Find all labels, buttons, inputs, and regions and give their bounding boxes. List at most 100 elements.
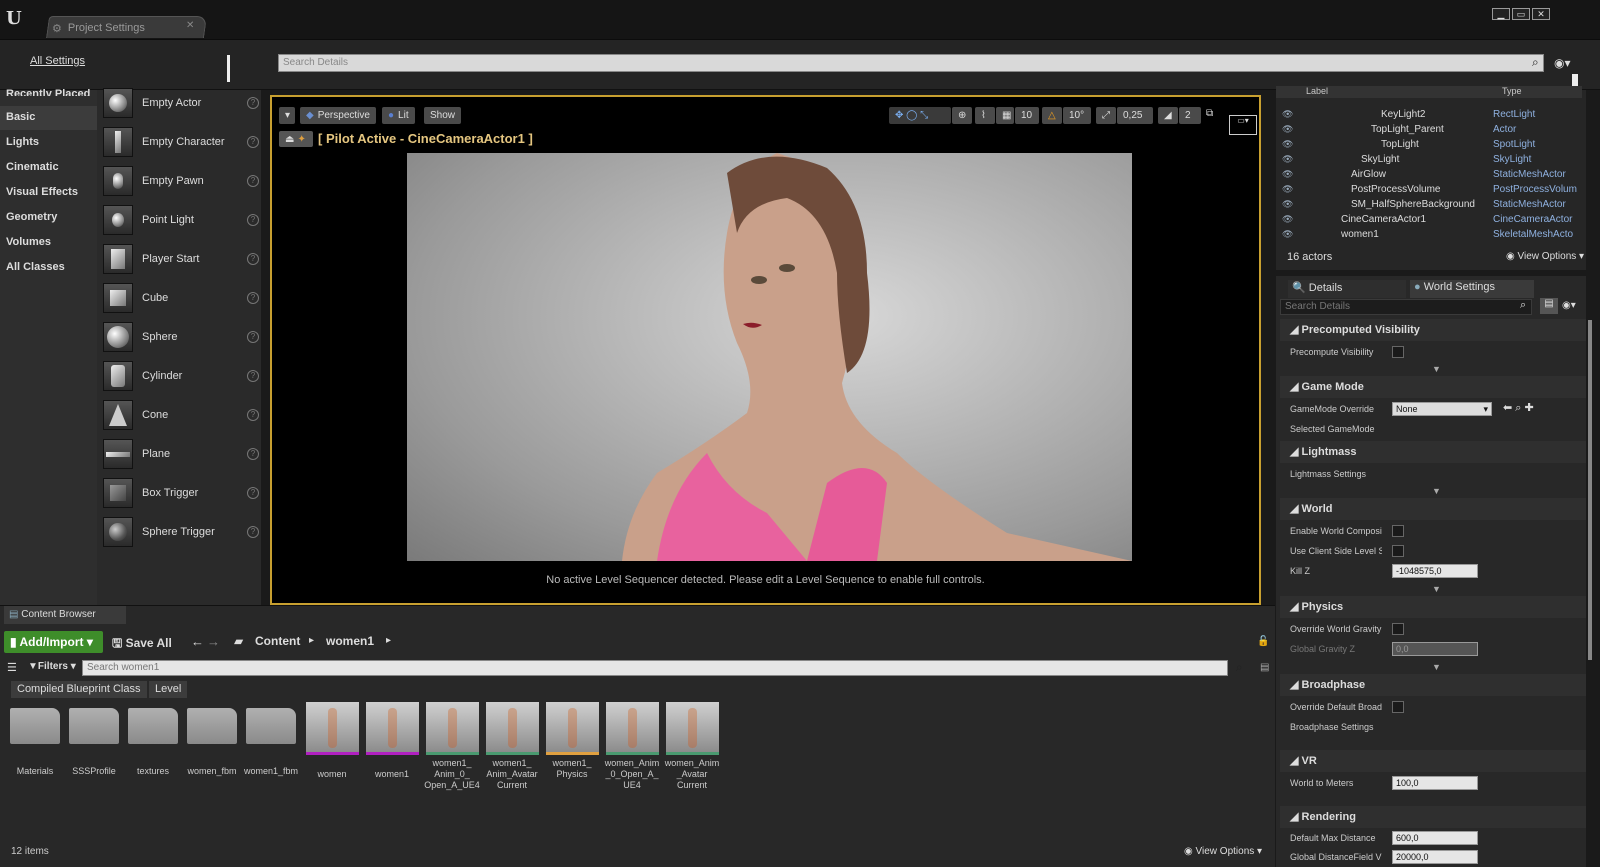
path-separator-icon[interactable]: ▸	[386, 635, 391, 646]
label-header[interactable]: Label	[1306, 86, 1328, 96]
precompute-visibility-checkbox[interactable]	[1392, 346, 1404, 358]
place-item[interactable]: Cone?	[103, 398, 259, 432]
grid-snap-value[interactable]: 10	[1015, 107, 1039, 124]
outliner-row[interactable]: 👁 TopLight SpotLight	[1276, 139, 1582, 154]
place-item[interactable]: Cube?	[103, 281, 259, 315]
help-icon[interactable]: ?	[247, 331, 259, 343]
help-icon[interactable]: ?	[247, 214, 259, 226]
type-header[interactable]: Type	[1502, 86, 1522, 96]
close-window-button[interactable]: ✕	[1532, 8, 1550, 20]
outliner-row[interactable]: 👁 AirGlow StaticMeshActor	[1276, 169, 1582, 184]
all-settings-link[interactable]: All Settings	[30, 55, 85, 67]
visibility-eye-icon[interactable]: 👁	[1282, 109, 1293, 120]
visibility-eye-icon[interactable]: 👁	[1282, 184, 1293, 195]
help-icon[interactable]: ?	[247, 526, 259, 538]
show-button[interactable]: Show	[424, 107, 462, 124]
asset-tile[interactable]: textures	[125, 702, 181, 777]
path-content[interactable]: Content	[255, 634, 300, 648]
filter-chip-blueprint[interactable]: Compiled Blueprint Class	[11, 681, 147, 698]
transform-tools[interactable]: ✥ ◯ ⤡	[889, 107, 951, 124]
property-matrix-icon[interactable]: ▤	[1540, 298, 1558, 314]
place-item[interactable]: Empty Character?	[103, 125, 259, 159]
forward-arrow-icon[interactable]: →	[207, 634, 220, 649]
outliner-row[interactable]: 👁 SkyLight SkyLight	[1276, 154, 1582, 169]
prop-row[interactable]: Selected GameMode	[1280, 420, 1586, 440]
outliner-row[interactable]: 👁 KeyLight2 RectLight	[1276, 109, 1582, 124]
category-volumes[interactable]: Volumes	[6, 236, 51, 248]
category-cinematic[interactable]: Cinematic	[6, 161, 59, 173]
eject-pilot-button[interactable]: ⏏ ✦	[279, 131, 313, 147]
expand-chevron-icon[interactable]: ▼	[1432, 486, 1441, 496]
asset-tile[interactable]: women1_ Anim_Avatar Current	[484, 702, 540, 791]
help-icon[interactable]: ?	[247, 136, 259, 148]
tab-world-settings[interactable]: ● World Settings	[1410, 280, 1534, 298]
place-item[interactable]: Sphere?	[103, 320, 259, 354]
prop-row[interactable]: Lightmass Settings	[1280, 465, 1586, 485]
asset-tile[interactable]: women1_ Physics	[544, 702, 600, 780]
filter-chip-level[interactable]: Level	[149, 681, 188, 698]
maximize-button[interactable]: ▭	[1512, 8, 1530, 20]
help-icon[interactable]: ?	[247, 370, 259, 382]
section-lightmass[interactable]: ◢ Lightmass	[1280, 441, 1586, 463]
search-icon[interactable]: ⌕	[1532, 55, 1539, 70]
kill-z-input[interactable]: -1048575,0	[1392, 564, 1478, 578]
visibility-eye-icon[interactable]: 👁	[1282, 169, 1293, 180]
section-precomputed-visibility[interactable]: ◢ Precomputed Visibility	[1280, 319, 1586, 341]
global-distancefield-input[interactable]: 20000,0	[1392, 850, 1478, 864]
prop-row[interactable]: Broadphase Settings	[1280, 718, 1586, 738]
path-separator-icon[interactable]: ▸	[309, 635, 314, 646]
asset-tile[interactable]: women1_fbm	[243, 702, 299, 777]
lit-button[interactable]: ● Lit	[382, 107, 415, 124]
back-arrow-icon[interactable]: ←	[191, 634, 204, 649]
outliner-row[interactable]: 👁 CineCameraActor1 CineCameraActor	[1276, 214, 1582, 229]
place-item[interactable]: Empty Actor?	[103, 86, 259, 120]
help-icon[interactable]: ?	[247, 409, 259, 421]
close-tab-icon[interactable]: ✕	[186, 20, 194, 31]
place-item[interactable]: Empty Pawn?	[103, 164, 259, 198]
category-basic[interactable]: Basic	[6, 111, 35, 123]
section-broadphase[interactable]: ◢ Broadphase	[1280, 674, 1586, 696]
layout-icon[interactable]: ▭▾	[1229, 115, 1257, 135]
help-icon[interactable]: ?	[247, 97, 259, 109]
asset-tile[interactable]: SSSProfile	[66, 702, 122, 777]
help-icon[interactable]: ?	[247, 448, 259, 460]
visibility-eye-icon[interactable]: 👁	[1282, 124, 1293, 135]
minimize-button[interactable]: ▁	[1492, 8, 1510, 20]
tab-details[interactable]: 🔍 Details	[1288, 280, 1406, 298]
expand-chevron-icon[interactable]: ▼	[1432, 662, 1441, 672]
asset-tile[interactable]: women_Anim _Avatar Current	[664, 702, 720, 791]
expand-chevron-icon[interactable]: ▼	[1432, 584, 1441, 594]
enable-world-composition-checkbox[interactable]	[1392, 525, 1404, 537]
expand-chevron-icon[interactable]: ▼	[1432, 364, 1441, 374]
section-vr[interactable]: ◢ VR	[1280, 750, 1586, 772]
help-icon[interactable]: ?	[247, 175, 259, 187]
asset-tile[interactable]: women_fbm	[184, 702, 240, 777]
visibility-eye-icon[interactable]: 👁	[1282, 214, 1293, 225]
rotation-snap-icon[interactable]: △	[1042, 107, 1062, 124]
category-visual-effects[interactable]: Visual Effects	[6, 186, 78, 198]
search-icon[interactable]: ⌕	[1520, 299, 1526, 312]
outliner-row[interactable]: 👁 TopLight_Parent Actor	[1276, 124, 1582, 139]
camera-speed-value[interactable]: 2	[1179, 107, 1201, 124]
category-recently-placed[interactable]: Recently Placed	[6, 88, 90, 96]
outliner-row[interactable]: 👁 SM_HalfSphereBackground StaticMeshActor	[1276, 199, 1582, 214]
path-women1[interactable]: women1	[326, 634, 374, 648]
visibility-eye-icon[interactable]: 👁	[1282, 139, 1293, 150]
scale-snap-icon[interactable]: ⤢	[1096, 107, 1116, 124]
category-lights[interactable]: Lights	[6, 136, 39, 148]
outliner-view-options[interactable]: ◉ View Options ▾	[1506, 251, 1584, 262]
maximize-viewport-icon[interactable]: ⧉	[1206, 108, 1213, 119]
content-search-input[interactable]: Search women1	[82, 660, 1228, 676]
place-item[interactable]: Plane?	[103, 437, 259, 471]
override-world-gravity-checkbox[interactable]	[1392, 623, 1404, 635]
save-all-button[interactable]: 🖫 Save All	[112, 634, 172, 655]
place-item[interactable]: Point Light?	[103, 203, 259, 237]
eye-icon[interactable]: ◉▾	[1554, 56, 1571, 70]
outliner-row[interactable]: 👁 women1 SkeletalMeshActo	[1276, 229, 1582, 244]
category-geometry[interactable]: Geometry	[6, 211, 57, 223]
asset-tile[interactable]: women	[304, 702, 360, 780]
details-scrollbar[interactable]	[1588, 320, 1592, 660]
section-rendering[interactable]: ◢ Rendering	[1280, 806, 1586, 828]
category-all-classes[interactable]: All Classes	[6, 261, 65, 273]
use-client-side-checkbox[interactable]	[1392, 545, 1404, 557]
